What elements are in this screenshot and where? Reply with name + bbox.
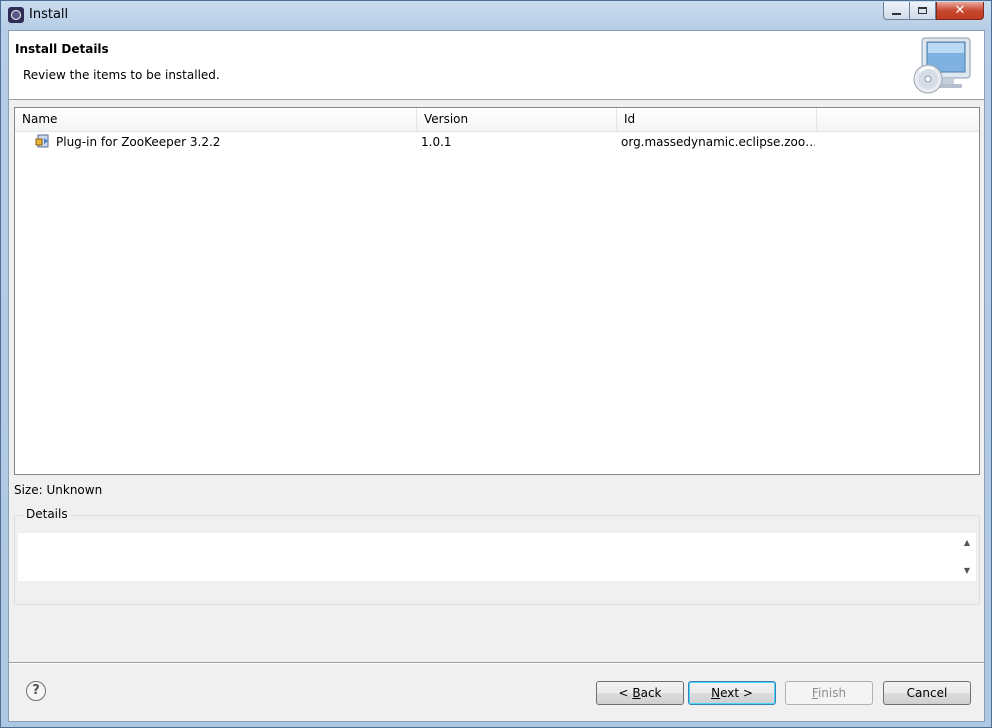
- window-title: Install: [29, 7, 69, 22]
- details-group-label: Details: [23, 507, 71, 521]
- minimize-button[interactable]: [883, 2, 910, 20]
- button-bar-separator: [9, 662, 984, 664]
- next-button[interactable]: Next >: [688, 681, 776, 705]
- install-items-table[interactable]: Name Version Id Plug-in for ZooKeeper 3.…: [14, 107, 980, 475]
- next-mnemonic: N: [711, 686, 721, 700]
- wizard-header: Install Details Review the items to be i…: [9, 31, 984, 100]
- maximize-icon: [918, 7, 927, 14]
- finish-button[interactable]: Finish: [785, 681, 873, 705]
- eclipse-app-icon: [8, 7, 24, 23]
- scroll-up-arrow-icon[interactable]: ▲: [962, 539, 972, 547]
- back-mnemonic: B: [632, 686, 641, 700]
- back-label-rest: ack: [640, 686, 662, 700]
- dialog-client-area: Install Details Review the items to be i…: [8, 30, 985, 722]
- finish-label-rest: inish: [817, 686, 847, 700]
- install-window: Install ✕ Install Details Review the ite…: [0, 0, 992, 728]
- cancel-button[interactable]: Cancel: [883, 681, 971, 705]
- item-name: Plug-in for ZooKeeper 3.2.2: [56, 135, 221, 149]
- table-header: Name Version Id: [15, 108, 979, 132]
- cell-version: 1.0.1: [421, 135, 452, 149]
- maximize-button[interactable]: [909, 2, 936, 20]
- title-bar[interactable]: Install ✕: [1, 1, 991, 29]
- table-row[interactable]: Plug-in for ZooKeeper 3.2.2 1.0.1 org.ma…: [15, 131, 979, 153]
- next-label-rest: ext >: [720, 686, 753, 700]
- plugin-icon: [35, 134, 49, 148]
- minimize-icon: [892, 12, 901, 15]
- details-group: ▲ ▼: [14, 515, 980, 605]
- size-label: Size: Unknown: [14, 483, 103, 497]
- page-title: Install Details: [15, 42, 109, 56]
- column-header-id[interactable]: Id: [617, 108, 817, 131]
- details-text-area[interactable]: ▲ ▼: [17, 532, 977, 582]
- close-button[interactable]: ✕: [936, 2, 984, 20]
- back-label-prefix: <: [618, 686, 633, 700]
- column-header-name[interactable]: Name: [15, 108, 417, 131]
- scroll-down-arrow-icon[interactable]: ▼: [962, 567, 972, 575]
- page-description: Review the items to be installed.: [23, 68, 220, 82]
- install-wizard-icon: [913, 37, 971, 94]
- back-button[interactable]: < Back: [596, 681, 684, 705]
- close-icon: ✕: [954, 3, 966, 18]
- cell-name: Plug-in for ZooKeeper 3.2.2: [35, 131, 415, 153]
- cell-id: org.massedynamic.eclipse.zoo…: [621, 135, 815, 149]
- column-header-version[interactable]: Version: [417, 108, 617, 131]
- help-icon[interactable]: ?: [26, 681, 46, 701]
